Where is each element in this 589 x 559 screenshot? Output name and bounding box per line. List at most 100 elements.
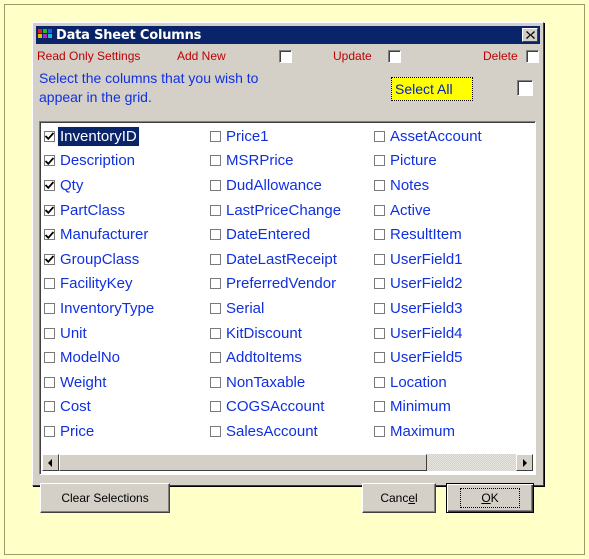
list-item-checkbox[interactable] <box>374 253 385 265</box>
list-item[interactable]: Serial <box>208 296 343 321</box>
list-item[interactable]: PartClass <box>42 198 156 223</box>
list-item[interactable]: DateLastReceipt <box>208 247 343 272</box>
list-item[interactable]: Manufacturer <box>42 222 156 247</box>
select-all-label[interactable]: Select All <box>391 77 473 101</box>
list-item-checkbox[interactable] <box>374 155 385 167</box>
checkmark-icon <box>45 255 54 264</box>
list-item-checkbox[interactable] <box>210 302 221 314</box>
list-item[interactable]: Location <box>372 370 484 395</box>
list-item-checkbox[interactable] <box>210 327 221 339</box>
list-item[interactable]: UserField1 <box>372 247 484 272</box>
delete-checkbox[interactable] <box>526 50 539 63</box>
list-item[interactable]: COGSAccount <box>208 395 343 420</box>
list-item[interactable]: FacilityKey <box>42 272 156 297</box>
list-item[interactable]: Cost <box>42 395 156 420</box>
list-item[interactable]: AddtoItems <box>208 345 343 370</box>
list-item[interactable]: UserField5 <box>372 345 484 370</box>
list-item-checkbox[interactable] <box>44 229 55 241</box>
list-item[interactable]: NonTaxable <box>208 370 343 395</box>
list-item-checkbox[interactable] <box>374 425 385 437</box>
list-item[interactable]: ResultItem <box>372 222 484 247</box>
list-item-label: GroupClass <box>60 250 140 268</box>
scrollbar-thumb[interactable] <box>59 454 427 471</box>
close-button[interactable] <box>522 28 538 42</box>
list-item-checkbox[interactable] <box>210 278 221 290</box>
list-item[interactable]: Maximum <box>372 419 484 444</box>
list-item[interactable]: Active <box>372 198 484 223</box>
cancel-label-a: Canc <box>380 491 409 505</box>
list-item-checkbox[interactable] <box>374 130 385 142</box>
list-item[interactable]: SalesAccount <box>208 419 343 444</box>
title-bar[interactable]: Data Sheet Columns <box>36 26 540 44</box>
list-item-checkbox[interactable] <box>44 204 55 216</box>
list-item-checkbox[interactable] <box>210 179 221 191</box>
list-item-checkbox[interactable] <box>374 302 385 314</box>
list-item[interactable]: GroupClass <box>42 247 156 272</box>
cancel-button[interactable]: Canc e l <box>362 483 436 513</box>
list-item-checkbox[interactable] <box>210 229 221 241</box>
list-item[interactable]: DudAllowance <box>208 173 343 198</box>
list-item-checkbox[interactable] <box>44 401 55 413</box>
ok-button[interactable]: OK <box>446 483 534 513</box>
columns-listbox[interactable]: InventoryID Description Qty PartClass Manufa… <box>39 121 536 475</box>
list-item[interactable]: ModelNo <box>42 345 156 370</box>
list-item-checkbox[interactable] <box>44 253 55 265</box>
list-item-checkbox[interactable] <box>44 155 55 167</box>
list-item[interactable]: Notes <box>372 173 484 198</box>
list-item[interactable]: UserField4 <box>372 321 484 346</box>
list-item[interactable]: AssetAccount <box>372 124 484 149</box>
list-item-checkbox[interactable] <box>44 425 55 437</box>
list-item[interactable]: Picture <box>372 149 484 174</box>
list-item-checkbox[interactable] <box>210 204 221 216</box>
list-item[interactable]: InventoryID <box>42 124 156 149</box>
list-item[interactable]: Minimum <box>372 395 484 420</box>
scroll-right-button[interactable] <box>516 454 533 471</box>
list-item[interactable]: Description <box>42 149 156 174</box>
clear-selections-button[interactable]: Clear Selections <box>40 483 170 513</box>
list-item-checkbox[interactable] <box>210 352 221 364</box>
list-item-checkbox[interactable] <box>210 155 221 167</box>
list-item-checkbox[interactable] <box>374 204 385 216</box>
list-item-checkbox[interactable] <box>44 327 55 339</box>
list-item[interactable]: MSRPrice <box>208 149 343 174</box>
select-all-checkbox[interactable] <box>517 80 533 96</box>
list-item[interactable]: Unit <box>42 321 156 346</box>
list-item-checkbox[interactable] <box>44 302 55 314</box>
list-item-checkbox[interactable] <box>210 425 221 437</box>
list-item[interactable]: DateEntered <box>208 222 343 247</box>
list-item-checkbox[interactable] <box>44 278 55 290</box>
list-item-checkbox[interactable] <box>374 278 385 290</box>
list-item-checkbox[interactable] <box>44 376 55 388</box>
update-checkbox[interactable] <box>388 50 401 63</box>
list-item[interactable]: PreferredVendor <box>208 272 343 297</box>
horizontal-scrollbar[interactable] <box>42 454 533 471</box>
list-item-label: Picture <box>390 152 437 170</box>
list-item[interactable]: InventoryType <box>42 296 156 321</box>
list-item[interactable]: LastPriceChange <box>208 198 343 223</box>
columns-list-column-3: AssetAccount Picture Notes Active ResultItem… <box>372 124 484 444</box>
scroll-left-button[interactable] <box>42 454 59 471</box>
list-item-checkbox[interactable] <box>210 401 221 413</box>
list-item-checkbox[interactable] <box>44 179 55 191</box>
list-item[interactable]: Price <box>42 419 156 444</box>
list-item-checkbox[interactable] <box>210 376 221 388</box>
app-icon <box>38 29 52 41</box>
add-new-checkbox[interactable] <box>279 50 292 63</box>
list-item[interactable]: KitDiscount <box>208 321 343 346</box>
list-item-checkbox[interactable] <box>374 327 385 339</box>
list-item-checkbox[interactable] <box>374 376 385 388</box>
list-item-checkbox[interactable] <box>374 401 385 413</box>
list-item[interactable]: UserField2 <box>372 272 484 297</box>
list-item[interactable]: Qty <box>42 173 156 198</box>
list-item-checkbox[interactable] <box>210 253 221 265</box>
list-item[interactable]: Weight <box>42 370 156 395</box>
list-item-checkbox[interactable] <box>44 130 55 142</box>
list-item[interactable]: Price1 <box>208 124 343 149</box>
list-item-checkbox[interactable] <box>374 179 385 191</box>
list-item-checkbox[interactable] <box>210 130 221 142</box>
list-item[interactable]: UserField3 <box>372 296 484 321</box>
list-item-checkbox[interactable] <box>44 352 55 364</box>
list-item-checkbox[interactable] <box>374 229 385 241</box>
list-item-checkbox[interactable] <box>374 352 385 364</box>
list-item-label: MSRPrice <box>226 152 294 170</box>
